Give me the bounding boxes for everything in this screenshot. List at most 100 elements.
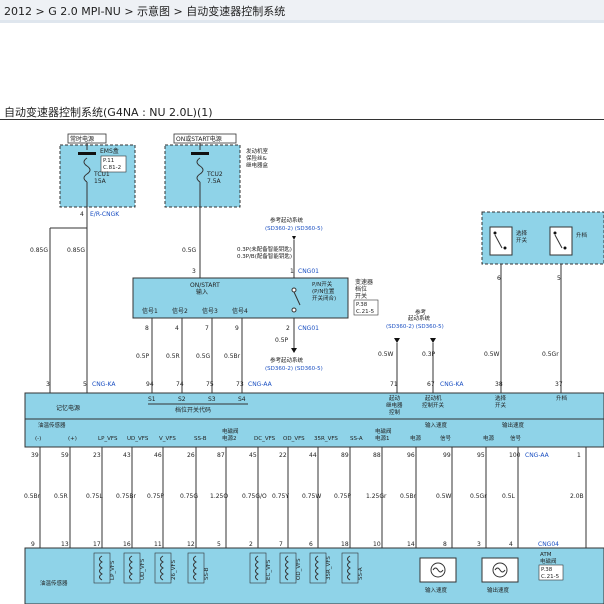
fuse-tcu1-name: TCU1 bbox=[93, 171, 110, 178]
ecm-bottom-pin: 46 bbox=[154, 452, 162, 459]
ecm-bottom-pin: 99 bbox=[443, 452, 451, 459]
oil-temp-label: 油温传感器 bbox=[38, 421, 66, 429]
bottom-wire-color: 0.75P bbox=[147, 493, 164, 500]
ref-start-title: 参考起动系统 bbox=[270, 216, 304, 224]
constant-power-label: 常时电源 bbox=[70, 135, 94, 143]
atm-pin: 13 bbox=[61, 541, 69, 548]
select-label-2: 开关 bbox=[495, 401, 507, 409]
ecm-pin-73: 73 bbox=[236, 381, 244, 388]
output-speed-label: 输出速度 bbox=[502, 421, 525, 429]
ecm-bottom-pin: 39 bbox=[31, 452, 39, 459]
pn-closed-label: 开关闭合) bbox=[312, 294, 336, 302]
wire-05g: 0.5G bbox=[182, 247, 197, 254]
bottom-wire-color: 0.5L bbox=[502, 493, 516, 500]
pin-7: 7 bbox=[205, 325, 209, 332]
bottom-wire-color: 2.0B bbox=[570, 493, 584, 500]
ssb-label: SS-B bbox=[194, 436, 207, 442]
wiring-diagram: 常时电源 EMS盒 P.11 C.81-2 TCU1 15A 4 E/R-CNG… bbox=[24, 133, 604, 604]
on-start-input-label: ON/START bbox=[190, 282, 220, 289]
wire-05g-sig: 0.5G bbox=[196, 353, 211, 360]
ecm-bottom-pin: 96 bbox=[407, 452, 415, 459]
ref3-title-1: 参考 bbox=[415, 308, 427, 316]
wire-05r: 0.5R bbox=[166, 353, 180, 360]
atm-pin: 2 bbox=[249, 541, 253, 548]
select-switch-label-1: 选择 bbox=[516, 229, 528, 237]
relay-label-3: 控制 bbox=[389, 408, 401, 416]
atm-pin: 10 bbox=[373, 541, 381, 548]
ud-vfs-label: UD_VFS bbox=[127, 436, 149, 442]
relay-label-2: 继电器 bbox=[386, 401, 403, 409]
ecm-bottom-pin: 43 bbox=[123, 452, 131, 459]
ref-start2-link[interactable]: (SD360-2) (SD360-5) bbox=[265, 366, 323, 372]
bottom-wire-color: 0.5W bbox=[436, 493, 452, 500]
upshift-ecm-label: 升档 bbox=[556, 394, 568, 402]
bottom-wire-color: 0.75Y bbox=[272, 493, 289, 500]
atm-pin: 4 bbox=[509, 541, 513, 548]
atm-pin: 5 bbox=[217, 541, 221, 548]
inhibitor-ref-conn: C.21-5 bbox=[356, 309, 375, 315]
starter-label-1: 起动机 bbox=[425, 394, 442, 402]
signal-2-label: 信号2 bbox=[172, 307, 188, 315]
select-switch-label-2: 开关 bbox=[516, 236, 528, 244]
atm-pin: 6 bbox=[309, 541, 313, 548]
bottom-wire-color: 0.75W bbox=[302, 493, 321, 500]
s3-label: S3 bbox=[208, 396, 216, 403]
minus-label: (-) bbox=[35, 436, 41, 442]
atm-input-speed-label: 输入速度 bbox=[425, 586, 448, 594]
dc-vfs-label: DC_VFS bbox=[254, 436, 276, 442]
ecm-pin-5: 5 bbox=[83, 381, 87, 388]
input-power-label: 电源 bbox=[410, 434, 422, 442]
engine-box-label-1: 发动机室 bbox=[246, 147, 269, 155]
cngka-left: CNG-KA bbox=[92, 381, 116, 388]
inhibitor-name-3: 开关 bbox=[355, 292, 367, 300]
pn-position-label: (P/N位置 bbox=[312, 287, 335, 295]
solenoid-label: LP_VFS bbox=[110, 560, 116, 580]
cng01-connector-top: CNG01 bbox=[298, 268, 319, 275]
input-label: 输入 bbox=[196, 288, 208, 296]
ref-start-link[interactable]: (SD360-2) (SD360-5) bbox=[265, 226, 323, 232]
atm-ref-page: P.38 bbox=[541, 567, 553, 573]
atm-pin: 16 bbox=[123, 541, 131, 548]
ecm-bottom-pin: 89 bbox=[341, 452, 349, 459]
atm-pin: 12 bbox=[187, 541, 195, 548]
bottom-wire-color: 0.75G/O bbox=[242, 493, 267, 500]
ems-box-label: EMS盒 bbox=[100, 147, 119, 155]
pin-5: 5 bbox=[557, 275, 561, 282]
engine-box-label-3: 继电器盒 bbox=[246, 161, 269, 169]
cng01-connector-bottom: CNG01 bbox=[298, 325, 319, 332]
wire-05w-select: 0.5W bbox=[484, 351, 500, 358]
ecm-pin-94: 94 bbox=[146, 381, 154, 388]
ecm-pin-37: 37 bbox=[555, 381, 563, 388]
ref3-link[interactable]: (SD360-2) (SD360-5) bbox=[386, 324, 444, 330]
wire-03p: 0.3P bbox=[422, 351, 436, 358]
solenoid-label: EC_VFS bbox=[266, 559, 272, 580]
pin-9: 9 bbox=[235, 325, 239, 332]
pn-switch-label: P/N开关 bbox=[312, 280, 333, 288]
wire-05w-relay: 0.5W bbox=[378, 351, 394, 358]
atm-pin: 14 bbox=[407, 541, 415, 548]
ecm-bottom-pin: 26 bbox=[187, 452, 195, 459]
upshift-label: 升档 bbox=[576, 231, 588, 239]
bottom-wire-color: 0.5Br bbox=[24, 493, 41, 500]
signal-1-label: 信号1 bbox=[142, 307, 158, 315]
solenoid-label: SS-A bbox=[358, 567, 364, 580]
wire-05p-start: 0.5P bbox=[275, 337, 289, 344]
atm-pin: 11 bbox=[154, 541, 162, 548]
solenoid-label-2: 电磁阀 bbox=[222, 427, 239, 435]
solenoid-label-1: 电磁阀 bbox=[375, 427, 392, 435]
bottom-wire-color: 0.75Br bbox=[116, 493, 136, 500]
bottom-wire-color: 0.75L bbox=[86, 493, 103, 500]
ecm-bottom-pin: 23 bbox=[93, 452, 101, 459]
cngka-right: CNG-KA bbox=[440, 381, 464, 388]
pin-3: 3 bbox=[192, 268, 196, 275]
wire-085g-b: 0.85G bbox=[67, 247, 85, 254]
s1-label: S1 bbox=[148, 396, 156, 403]
s4-label: S4 bbox=[238, 396, 246, 403]
atm-pin: 3 bbox=[477, 541, 481, 548]
solenoid-label: OD_VFS bbox=[296, 558, 302, 580]
cngaa-top: CNG-AA bbox=[248, 381, 273, 388]
solenoid-label: 35R_VFS bbox=[326, 556, 332, 580]
bottom-wire-color: 0.75P bbox=[334, 493, 351, 500]
wire-05gr: 0.5Gr bbox=[542, 351, 559, 358]
pin-6: 6 bbox=[497, 275, 501, 282]
